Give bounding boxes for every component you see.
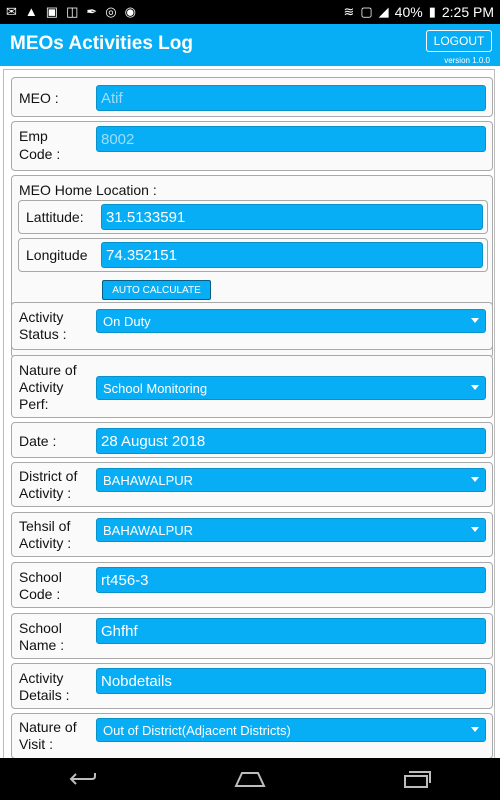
tehsil-label-line2: Activity : <box>19 535 72 551</box>
wifi-icon: ≋ <box>343 4 355 19</box>
home-location-label: MEO Home Location : <box>19 182 157 198</box>
clock: 2:25 PM <box>441 4 494 20</box>
latitude-label: Lattitude: <box>26 209 84 225</box>
school-name-label-line1: School <box>19 620 62 636</box>
emp-code-label-line1: Emp <box>19 128 48 144</box>
school-name-field[interactable]: Ghfhf <box>96 618 486 644</box>
pen-icon: ✒ <box>86 4 98 19</box>
activity-details-row: Activity Details : Nobdetails <box>11 663 493 709</box>
form-panel: MEO : Atif Emp Code : 8002 MEO Home Loca… <box>3 69 495 759</box>
battery-icon: ▮ <box>428 4 436 19</box>
school-code-row: School Code : rt456-3 <box>11 562 493 608</box>
longitude-label: Longitude <box>26 247 88 263</box>
activity-status-dropdown[interactable]: On Duty <box>96 309 486 333</box>
recent-apps-button[interactable] <box>397 765 437 793</box>
nature-visit-dropdown[interactable]: Out of District(Adjacent Districts) <box>96 718 486 742</box>
nature-visit-label-line1: Nature of <box>19 719 77 735</box>
chevron-down-icon <box>471 477 479 482</box>
alert-icon: ▲ <box>24 4 38 19</box>
nature-activity-row: Nature of Activity Perf: School Monitori… <box>11 355 493 418</box>
meo-label: MEO : <box>19 90 59 106</box>
sim-icon: ▢ <box>360 4 373 19</box>
chevron-down-icon <box>471 727 479 732</box>
sms-icon: ✉ <box>6 4 17 19</box>
recent-apps-icon <box>403 771 431 788</box>
district-row: District of Activity : BAHAWALPUR <box>11 462 493 507</box>
tehsil-label-line1: Tehsil of <box>19 518 71 534</box>
activity-status-label-line2: Status : <box>19 326 67 342</box>
emp-code-field[interactable]: 8002 <box>96 126 486 152</box>
battery-percent: 40% <box>394 4 423 20</box>
date-label: Date : <box>19 433 57 449</box>
tehsil-value: BAHAWALPUR <box>103 522 194 538</box>
back-icon <box>69 773 97 785</box>
tehsil-row: Tehsil of Activity : BAHAWALPUR <box>11 512 493 557</box>
chevron-down-icon <box>471 527 479 532</box>
longitude-field[interactable]: 74.352151 <box>101 242 483 268</box>
signal-icon: ◢ <box>378 4 389 19</box>
activity-details-label-line1: Activity <box>19 670 64 686</box>
app-bar: MEOs Activities Log <box>0 24 500 66</box>
latitude-row: Lattitude: 31.5133591 <box>18 200 488 234</box>
nature-activity-label-line2: Activity <box>19 379 64 395</box>
date-field[interactable]: 28 August 2018 <box>96 428 486 454</box>
home-button[interactable] <box>230 765 270 793</box>
activity-details-field[interactable]: Nobdetails <box>96 668 486 694</box>
navigation-bar <box>0 758 500 800</box>
activity-status-value: On Duty <box>103 313 151 329</box>
latitude-field[interactable]: 31.5133591 <box>101 204 483 230</box>
district-label-line2: Activity : <box>19 485 72 501</box>
school-code-label-line2: Code : <box>19 586 61 602</box>
activity-status-label-line1: Activity <box>19 309 64 325</box>
district-dropdown[interactable]: BAHAWALPUR <box>96 468 486 492</box>
activity-details-label-line2: Details : <box>19 687 70 703</box>
chevron-down-icon <box>471 385 479 390</box>
school-name-label-line2: Name : <box>19 637 65 653</box>
meo-field[interactable]: Atif <box>96 85 486 111</box>
school-name-row: School Name : Ghfhf <box>11 613 493 659</box>
location-icon: ◎ <box>105 4 117 19</box>
app-title: MEOs Activities Log <box>10 33 193 54</box>
tehsil-dropdown[interactable]: BAHAWALPUR <box>96 518 486 542</box>
nature-visit-row: Nature of Visit : Out of District(Adjace… <box>11 713 493 758</box>
nature-activity-value: School Monitoring <box>103 380 208 396</box>
nature-activity-label-line1: Nature of <box>19 362 77 378</box>
back-button[interactable] <box>63 765 103 793</box>
status-bar: ✉ ▲ ▣ ◫ ✒ ◎ ◉ ≋ ▢ ◢ 40% ▮ 2:25 PM <box>0 0 500 24</box>
emp-code-label-line2: Code : <box>19 146 61 162</box>
image-icon: ▣ <box>45 4 59 19</box>
game-icon: ◉ <box>124 4 136 19</box>
auto-calculate-button[interactable]: AUTO CALCULATE <box>102 280 211 300</box>
nature-visit-value: Out of District(Adjacent Districts) <box>103 722 291 738</box>
district-value: BAHAWALPUR <box>103 472 194 488</box>
battery-saver-icon: ◫ <box>66 4 79 19</box>
meo-row: MEO : Atif <box>11 77 493 117</box>
logout-button[interactable]: LOGOUT <box>426 30 492 52</box>
chevron-down-icon <box>471 318 479 323</box>
nature-visit-label-line2: Visit : <box>19 736 53 752</box>
nature-activity-dropdown[interactable]: School Monitoring <box>96 376 486 400</box>
district-label-line1: District of <box>19 468 78 484</box>
version-label: version 1.0.0 <box>444 56 490 65</box>
nature-activity-label-line3: Perf: <box>19 396 49 412</box>
longitude-row: Longitude 74.352151 <box>18 238 488 272</box>
school-code-field[interactable]: rt456-3 <box>96 567 486 593</box>
home-icon <box>234 772 266 787</box>
emp-code-row: Emp Code : 8002 <box>11 121 493 171</box>
activity-status-row: Activity Status : On Duty <box>11 302 493 350</box>
content-area: MEO : Atif Emp Code : 8002 MEO Home Loca… <box>0 66 500 759</box>
school-code-label-line1: School <box>19 569 62 585</box>
date-row: Date : 28 August 2018 <box>11 422 493 458</box>
